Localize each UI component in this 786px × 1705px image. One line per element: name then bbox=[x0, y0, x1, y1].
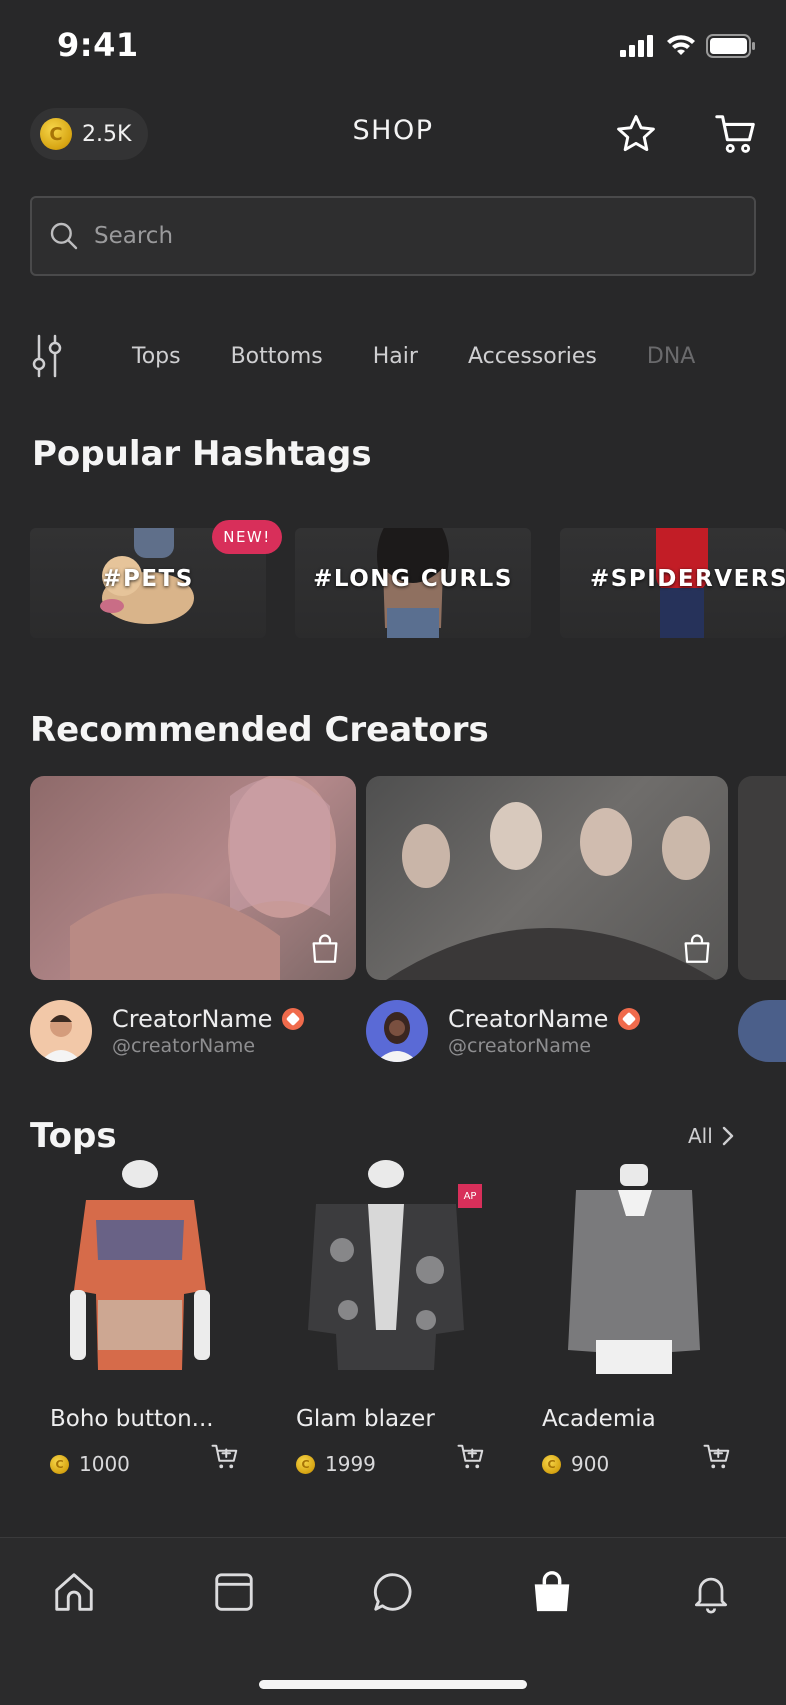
creator-banner-image bbox=[386, 802, 716, 980]
browser-icon bbox=[215, 1573, 253, 1611]
product-name: Boho button... bbox=[50, 1406, 214, 1432]
avatar bbox=[30, 1000, 92, 1062]
tab-feed[interactable] bbox=[206, 1564, 262, 1620]
creator-badge-icon bbox=[282, 1008, 305, 1030]
cart-button[interactable] bbox=[708, 106, 764, 162]
tab-notifications[interactable] bbox=[683, 1564, 739, 1620]
creator-name: CreatorName bbox=[112, 1005, 305, 1033]
price-value: 1000 bbox=[79, 1452, 130, 1476]
coin-icon: C bbox=[296, 1454, 315, 1474]
product-image: AP bbox=[276, 1160, 516, 1380]
hashtag-label: #LONG CURLS bbox=[313, 566, 513, 592]
category-bottoms[interactable]: Bottoms bbox=[231, 344, 323, 369]
creator-name-text: CreatorName bbox=[448, 1005, 609, 1033]
price-value: 1999 bbox=[325, 1452, 376, 1476]
product-name: Glam blazer bbox=[296, 1406, 435, 1432]
wishlist-button[interactable] bbox=[608, 106, 664, 162]
tab-shop[interactable] bbox=[524, 1564, 580, 1620]
creators-title: Recommended Creators bbox=[30, 710, 489, 750]
page-title: SHOP bbox=[352, 115, 434, 146]
shopping-bag-icon[interactable] bbox=[308, 932, 342, 966]
creator-badge-icon bbox=[618, 1008, 641, 1030]
product-image bbox=[30, 1160, 270, 1380]
hashtag-card-long-curls[interactable]: #LONG CURLS bbox=[295, 528, 531, 638]
add-to-cart-icon[interactable] bbox=[210, 1442, 240, 1472]
home-icon bbox=[55, 1573, 93, 1611]
search-input[interactable] bbox=[92, 222, 696, 250]
creator-card-3[interactable] bbox=[738, 776, 786, 980]
filter-button[interactable] bbox=[30, 334, 70, 378]
search-icon bbox=[50, 222, 78, 250]
creator-handle: @creatorName bbox=[112, 1035, 256, 1057]
search-bar[interactable] bbox=[30, 196, 756, 276]
creator-row-1[interactable]: CreatorName @creatorName bbox=[30, 1000, 305, 1062]
star-icon bbox=[617, 115, 655, 152]
tab-chat[interactable] bbox=[365, 1564, 421, 1620]
hashtags-title: Popular Hashtags bbox=[32, 434, 372, 474]
category-accessories[interactable]: Accessories bbox=[468, 344, 597, 369]
signal-icon bbox=[620, 35, 653, 57]
category-hair[interactable]: Hair bbox=[373, 344, 418, 369]
creator-card-2[interactable] bbox=[366, 776, 728, 980]
tops-all-link[interactable]: All bbox=[688, 1124, 735, 1148]
bell-icon bbox=[694, 1577, 728, 1614]
avatar bbox=[366, 1000, 428, 1062]
status-time: 9:41 bbox=[57, 26, 139, 64]
chat-icon bbox=[373, 1573, 412, 1611]
tops-all-label: All bbox=[688, 1124, 713, 1148]
tab-home[interactable] bbox=[46, 1564, 102, 1620]
creator-handle: @creatorName bbox=[448, 1035, 592, 1057]
avatar[interactable] bbox=[738, 1000, 786, 1062]
creator-name: CreatorName bbox=[448, 1005, 641, 1033]
cart-icon bbox=[715, 115, 755, 153]
hashtag-label: #PETS bbox=[102, 566, 194, 592]
product-card[interactable]: AP Glam blazer C 1999 bbox=[276, 1160, 516, 1476]
add-to-cart-icon[interactable] bbox=[702, 1442, 732, 1472]
coin-icon: C bbox=[50, 1454, 69, 1474]
category-dna[interactable]: DNA bbox=[647, 344, 695, 369]
product-card[interactable]: Boho button... C 1000 bbox=[30, 1160, 270, 1476]
wifi-icon bbox=[667, 35, 695, 55]
product-name: Academia bbox=[542, 1406, 656, 1432]
ap-badge: AP bbox=[458, 1184, 482, 1208]
filter-sliders-icon bbox=[32, 334, 62, 378]
tops-title: Tops bbox=[30, 1116, 117, 1156]
home-indicator bbox=[259, 1680, 527, 1689]
coin-icon: C bbox=[542, 1454, 561, 1474]
add-to-cart-icon[interactable] bbox=[456, 1442, 486, 1472]
new-badge: NEW! bbox=[212, 520, 282, 554]
battery-icon bbox=[706, 34, 755, 58]
creator-row-2[interactable]: CreatorName @creatorName bbox=[366, 1000, 641, 1062]
product-card[interactable]: Academia C 900 bbox=[522, 1160, 762, 1476]
chevron-right-icon bbox=[722, 1126, 733, 1146]
price-value: 900 bbox=[571, 1452, 610, 1476]
hashtag-card-spiderverse[interactable]: #SPIDERVERSE bbox=[560, 528, 786, 638]
category-tops[interactable]: Tops bbox=[132, 344, 181, 369]
hashtag-label: #SPIDERVERSE bbox=[590, 566, 786, 592]
category-bar: Tops Bottoms Hair Accessories DNA bbox=[30, 330, 786, 382]
status-icons bbox=[620, 34, 756, 58]
shopping-bag-icon[interactable] bbox=[680, 932, 714, 966]
shopping-bag-icon bbox=[534, 1571, 570, 1612]
creator-card-1[interactable] bbox=[30, 776, 356, 980]
product-image bbox=[522, 1160, 762, 1380]
creator-name-text: CreatorName bbox=[112, 1005, 273, 1033]
